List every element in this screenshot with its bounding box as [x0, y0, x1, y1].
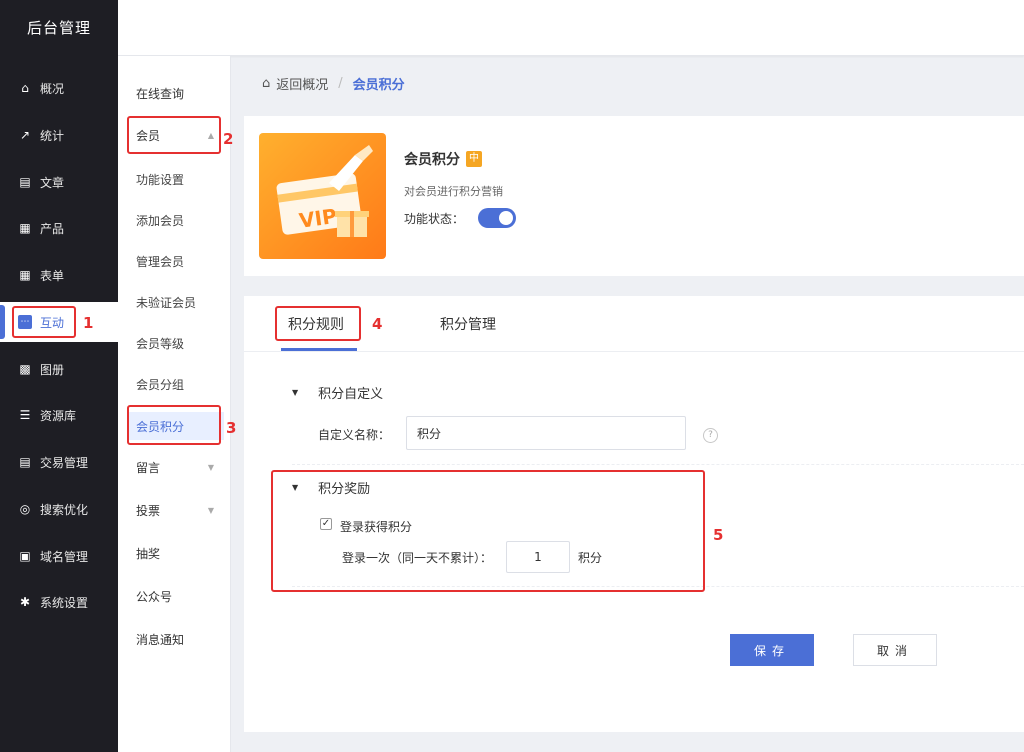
tab-active-indicator: [281, 348, 357, 351]
subnav-official-account[interactable]: 公众号: [128, 582, 224, 610]
nav-item-statistics[interactable]: ↗ 统计: [0, 115, 118, 155]
tab-bar: 积分规则 积分管理: [244, 296, 1024, 352]
chart-icon: ↗: [19, 128, 31, 142]
subnav-add-member[interactable]: 添加会员: [128, 206, 224, 234]
annotation-box-4: [275, 306, 361, 341]
subnav-manage-member[interactable]: 管理会员: [128, 247, 224, 275]
help-icon[interactable]: ?: [703, 428, 718, 443]
active-indicator: [0, 305, 5, 339]
section-custom-header[interactable]: ▼ 积分自定义: [292, 383, 383, 402]
nav-label: 域名管理: [40, 549, 89, 564]
vip-illustration: VIP: [276, 145, 373, 237]
nav-item-domain[interactable]: ▣ 域名管理: [0, 536, 118, 576]
app-description: 对会员进行积分营销: [404, 185, 503, 198]
top-header: [118, 0, 1024, 56]
subnav-notifications[interactable]: 消息通知: [128, 625, 224, 653]
section-divider: [292, 464, 1024, 465]
article-icon: ▤: [19, 175, 31, 189]
nav-item-trade[interactable]: ▤ 交易管理: [0, 442, 118, 482]
subnav-label: 留言: [136, 460, 161, 475]
app-info-card: VIP 会员积分 中 对会员进行积分营销 功能状态：: [244, 116, 1024, 276]
seo-icon: ◎: [19, 502, 31, 516]
nav-item-resources[interactable]: ☰ 资源库: [0, 395, 118, 435]
nav-item-seo[interactable]: ◎ 搜索优化: [0, 489, 118, 529]
app-title-text: 会员积分: [404, 152, 460, 168]
status-label: 功能状态：: [404, 211, 465, 226]
nav-label: 资源库: [40, 408, 77, 423]
nav-label: 图册: [40, 362, 65, 377]
nav-item-overview[interactable]: ⌂ 概况: [0, 68, 118, 108]
subnav-unverified-member[interactable]: 未验证会员: [128, 288, 224, 316]
domain-icon: ▣: [19, 549, 31, 563]
nav-item-album[interactable]: ▩ 图册: [0, 349, 118, 389]
nav-label: 文章: [40, 175, 65, 190]
annotation-number-1: 1: [83, 314, 94, 332]
feature-status: 功能状态：: [404, 208, 517, 228]
trade-icon: ▤: [19, 455, 31, 469]
feature-status-toggle[interactable]: [478, 208, 517, 228]
gear-icon: ✱: [19, 595, 31, 609]
chevron-down-icon: ▼: [207, 505, 214, 515]
brand-title: 后台管理: [26, 19, 91, 37]
save-button[interactable]: 保存: [730, 634, 814, 666]
secondary-sidebar: 在线查询 会员 ▲ 功能设置 添加会员 管理会员 未验证会员 会员等级 会员分组…: [118, 56, 231, 752]
svg-text:VIP: VIP: [298, 204, 339, 233]
app-title: 会员积分 中: [404, 149, 482, 169]
breadcrumb-back-link[interactable]: 返回概况: [276, 74, 328, 93]
main-sidebar: 后台管理 ⌂ 概况 ↗ 统计 ▤ 文章 ▦ 产品 ▦ 表单 ⋯ 互动 ▩ 图册 …: [0, 0, 118, 752]
annotation-box-5: [271, 470, 705, 592]
subnav-message[interactable]: 留言 ▼: [128, 453, 224, 481]
annotation-number-5: 5: [713, 526, 724, 544]
subnav-feature-settings[interactable]: 功能设置: [128, 165, 224, 193]
nav-label: 统计: [40, 128, 65, 143]
form-icon: ▦: [19, 268, 31, 282]
annotation-box-2: [127, 116, 221, 154]
vip-card-icon: VIP: [259, 133, 386, 259]
home-icon: ⌂: [21, 81, 29, 95]
nav-label: 表单: [40, 268, 65, 283]
album-icon: ▩: [19, 362, 31, 376]
subnav-lottery[interactable]: 抽奖: [128, 539, 224, 567]
subnav-online-query[interactable]: 在线查询: [128, 79, 224, 107]
annotation-number-3: 3: [226, 419, 237, 437]
annotation-number-4: 4: [372, 315, 383, 333]
edition-badge: 中: [466, 151, 482, 167]
custom-name-input[interactable]: [406, 416, 686, 450]
cancel-button[interactable]: 取消: [853, 634, 937, 666]
subnav-vote[interactable]: 投票 ▼: [128, 496, 224, 524]
caret-down-icon: ▼: [292, 388, 299, 397]
subnav-label: 投票: [136, 503, 161, 518]
custom-name-label: 自定义名称：: [318, 428, 391, 442]
nav-label: 交易管理: [40, 455, 89, 470]
section-title: 积分自定义: [318, 387, 384, 402]
database-icon: ☰: [19, 408, 31, 422]
breadcrumb-current: 会员积分: [352, 77, 405, 93]
tab-points-management[interactable]: 积分管理: [440, 314, 496, 334]
breadcrumb-separator: /: [338, 75, 343, 91]
nav-item-article[interactable]: ▤ 文章: [0, 162, 118, 202]
home-icon[interactable]: ⌂: [262, 76, 270, 91]
breadcrumb: ⌂ 返回概况 / 会员积分: [262, 72, 405, 94]
nav-label: 系统设置: [40, 595, 89, 610]
chevron-down-icon: ▼: [207, 462, 214, 472]
nav-label: 概况: [40, 81, 65, 96]
annotation-number-2: 2: [223, 130, 234, 148]
product-icon: ▦: [19, 221, 31, 235]
subnav-member-level[interactable]: 会员等级: [128, 329, 224, 357]
nav-item-form[interactable]: ▦ 表单: [0, 255, 118, 295]
annotation-box-1: [12, 306, 76, 338]
nav-label: 产品: [40, 221, 65, 236]
nav-item-product[interactable]: ▦ 产品: [0, 208, 118, 248]
annotation-box-3: [127, 405, 221, 445]
nav-item-settings[interactable]: ✱ 系统设置: [0, 582, 118, 622]
nav-label: 搜索优化: [40, 502, 89, 517]
subnav-member-group-list[interactable]: 会员分组: [128, 370, 224, 398]
